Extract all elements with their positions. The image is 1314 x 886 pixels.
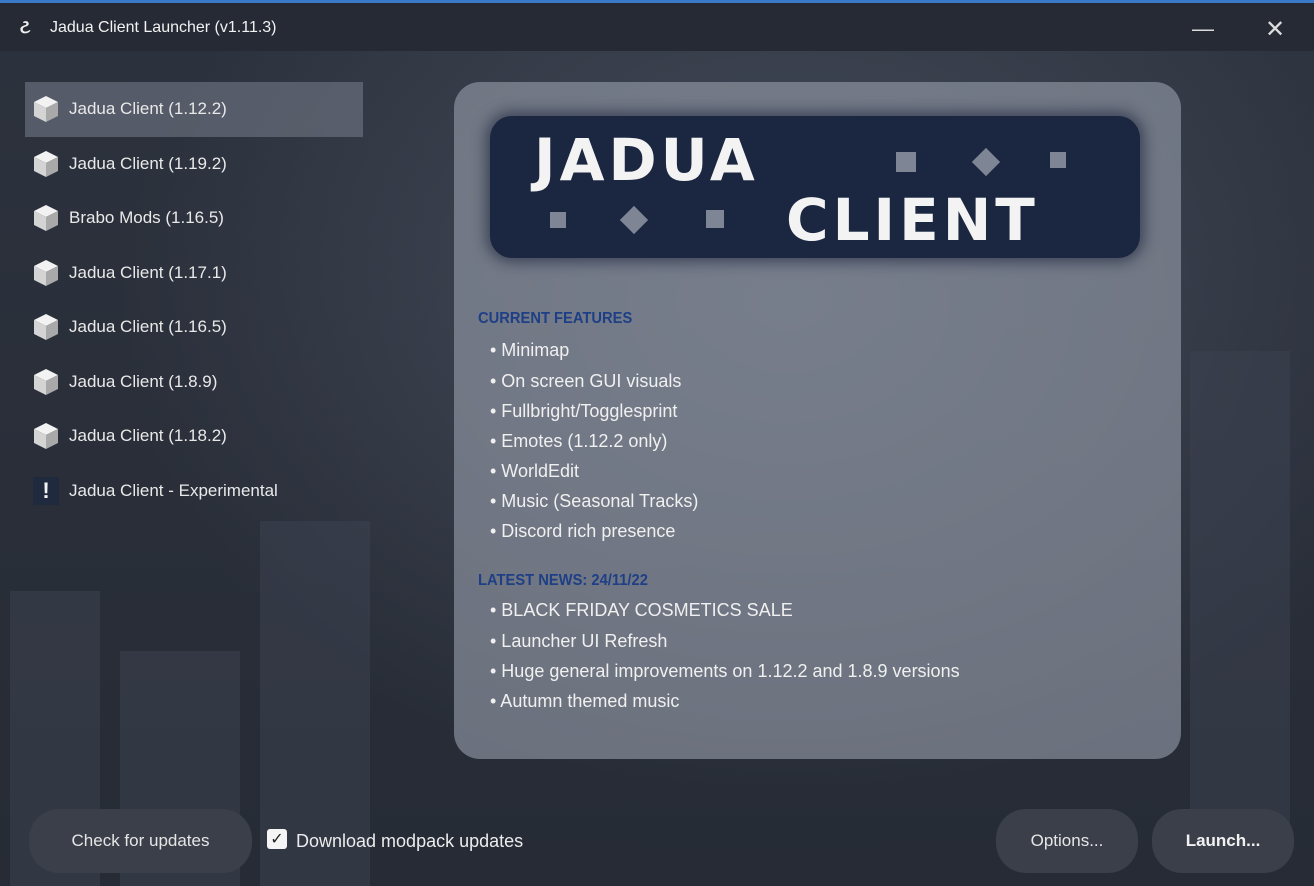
cube-icon: [33, 259, 59, 287]
list-item[interactable]: Jadua Client (1.12.2): [25, 82, 363, 137]
launch-button[interactable]: Launch...: [1152, 809, 1294, 873]
list-item[interactable]: Jadua Client (1.8.9): [25, 355, 363, 410]
list-item[interactable]: Jadua Client (1.18.2): [25, 409, 363, 464]
news-item: • Autumn themed music: [490, 691, 680, 711]
minimize-button[interactable]: —: [1188, 14, 1218, 44]
feature-item: • Music (Seasonal Tracks): [490, 491, 699, 511]
cube-icon: [33, 422, 59, 450]
info-panel: JADUA CLIENT CURRENT FEATURES • Minimap …: [454, 82, 1181, 759]
list-item-label: Brabo Mods (1.16.5): [69, 208, 224, 228]
list-item[interactable]: ! Jadua Client - Experimental: [25, 464, 363, 519]
features-heading: CURRENT FEATURES: [478, 310, 633, 327]
title-bar: ટ Jadua Client Launcher (v1.11.3) — ✕: [0, 6, 1314, 51]
feature-item: • Minimap: [490, 340, 570, 360]
cube-icon: [33, 204, 59, 232]
jadua-client-logo: JADUA CLIENT: [490, 116, 1140, 258]
list-item-label: Jadua Client (1.18.2): [69, 426, 227, 446]
list-item-label: Jadua Client - Experimental: [69, 480, 278, 500]
cube-icon: [33, 313, 59, 341]
list-item-label: Jadua Client (1.17.1): [69, 262, 227, 282]
list-item[interactable]: Jadua Client (1.19.2): [25, 137, 363, 192]
logo-text-line1: JADUA: [534, 126, 759, 194]
download-modpack-label[interactable]: Download modpack updates: [296, 831, 523, 852]
news-heading: LATEST NEWS: 24/11/22: [478, 572, 648, 589]
logo-text-line2: CLIENT: [786, 186, 1039, 254]
list-item-label: Jadua Client (1.19.2): [69, 153, 227, 173]
news-item: • BLACK FRIDAY COSMETICS SALE: [490, 600, 793, 620]
news-item: • Huge general improvements on 1.12.2 an…: [490, 661, 960, 681]
feature-item: • WorldEdit: [490, 461, 579, 481]
list-item[interactable]: Jadua Client (1.16.5): [25, 300, 363, 355]
cube-icon: [33, 368, 59, 396]
feature-item: • On screen GUI visuals: [490, 371, 682, 391]
options-button[interactable]: Options...: [996, 809, 1138, 873]
window-title: Jadua Client Launcher (v1.11.3): [50, 19, 277, 36]
launcher-window: ટ Jadua Client Launcher (v1.11.3) — ✕ Ja…: [0, 0, 1314, 886]
download-modpack-checkbox[interactable]: ✓: [267, 829, 287, 849]
list-item-label: Jadua Client (1.16.5): [69, 317, 227, 337]
exclamation-icon: !: [33, 476, 59, 505]
list-item[interactable]: Brabo Mods (1.16.5): [25, 191, 363, 246]
version-list: Jadua Client (1.12.2) Jadua Client (1.19…: [25, 82, 363, 518]
cube-icon: [33, 150, 59, 178]
check-for-updates-button[interactable]: Check for updates: [29, 809, 252, 873]
news-item: • Launcher UI Refresh: [490, 631, 668, 651]
feature-item: • Emotes (1.12.2 only): [490, 431, 668, 451]
list-item-label: Jadua Client (1.8.9): [69, 371, 218, 391]
feature-item: • Discord rich presence: [490, 521, 676, 541]
feature-item: • Fullbright/Togglesprint: [490, 401, 678, 421]
close-button[interactable]: ✕: [1260, 14, 1290, 44]
app-logo-icon: ટ: [20, 17, 31, 38]
list-item-label: Jadua Client (1.12.2): [69, 99, 227, 119]
list-item[interactable]: Jadua Client (1.17.1): [25, 246, 363, 301]
cube-icon: [33, 95, 59, 123]
